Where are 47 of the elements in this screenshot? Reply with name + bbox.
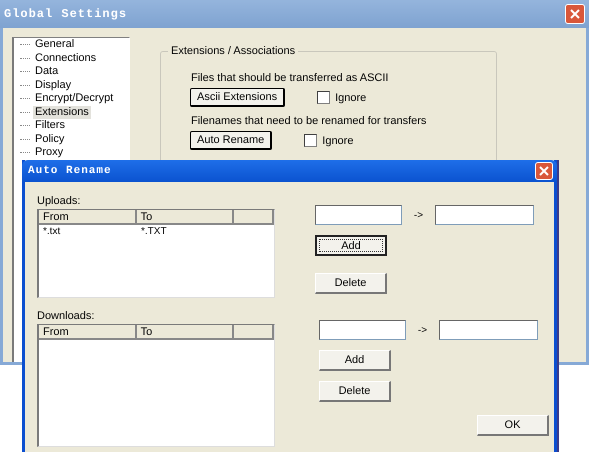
delete-button[interactable]: Delete [315,273,387,294]
checkbox-label: Ignore [335,92,366,104]
add-button[interactable]: Add [319,350,391,371]
checkbox[interactable] [317,91,330,104]
group-title: Extensions / Associations [168,45,298,57]
close-icon [570,9,580,19]
tree-item[interactable]: Extensions [33,106,91,119]
close-button[interactable] [535,162,553,180]
rename-list[interactable]: From To *.txt *.TXT [37,209,275,298]
column-header[interactable] [234,325,274,340]
arrow-text: -> [412,210,424,220]
window-title: Global Settings [4,7,128,21]
close-button[interactable] [565,4,585,24]
close-icon [539,166,549,176]
section-button[interactable]: Auto Rename [190,131,272,150]
delete-button[interactable]: Delete [319,381,391,402]
table-cell-text: *.txt [42,225,62,238]
add-button[interactable]: Add [315,235,387,256]
section-button[interactable]: Ascii Extensions [190,88,286,107]
to-field[interactable] [435,205,534,225]
tree-item[interactable]: Data [33,65,60,78]
list-label: Uploads: [37,195,82,207]
tree-item[interactable]: Policy [33,132,66,146]
tree-item[interactable]: Encrypt/Decrypt [33,92,116,106]
column-header[interactable]: From [39,325,137,340]
tree-item[interactable]: Connections [33,52,98,65]
from-field[interactable] [319,320,406,340]
section-label: Files that should be transferred as ASCII [191,72,390,84]
dialog-title: Auto Rename [28,165,112,177]
arrow-text: -> [416,324,428,336]
column-header[interactable]: To [136,325,234,340]
tree-item[interactable]: General [33,38,76,52]
list-label: Downloads: [37,310,96,322]
rename-list[interactable]: From To [37,324,275,447]
column-header[interactable] [234,210,274,225]
checkbox[interactable] [304,134,318,147]
ok-button[interactable]: OK [477,415,549,436]
to-field[interactable] [439,320,538,340]
tree-item[interactable]: Filters [33,119,67,132]
column-header[interactable]: From [39,210,137,225]
tree-item[interactable]: Proxy [33,146,66,160]
column-header[interactable]: To [136,210,234,225]
section-label: Filenames that need to be renamed for transfers [191,115,428,127]
checkbox-label: Ignore [322,134,354,146]
from-field[interactable] [315,205,402,225]
tree-item[interactable]: Display [33,78,74,92]
table-cell-text: *.TXT [140,225,168,238]
